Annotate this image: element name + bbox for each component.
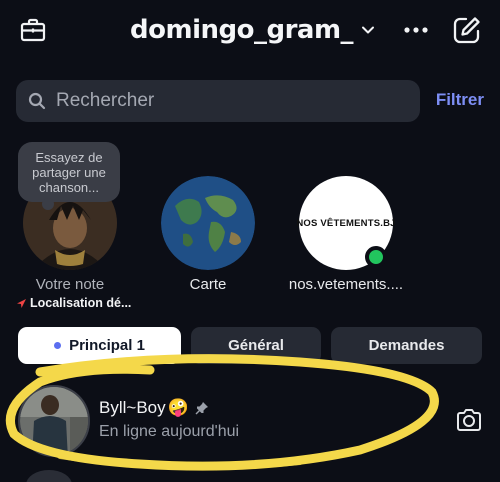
presence-status: En ligne aujourd'hui xyxy=(99,423,240,440)
your-note-story[interactable]: Essayez de partager une chanson... Votre… xyxy=(0,140,140,315)
search-bar[interactable]: Rechercher xyxy=(16,80,420,122)
compose-icon[interactable] xyxy=(452,15,482,45)
search-icon xyxy=(28,92,46,110)
story-label: Votre note xyxy=(35,276,105,293)
camera-icon[interactable] xyxy=(456,408,482,432)
briefcase-icon[interactable] xyxy=(20,17,46,43)
tab-label: Principal 1 xyxy=(69,337,145,354)
tab-requests[interactable]: Demandes xyxy=(331,327,482,364)
notes-row: Essayez de partager une chanson... Votre… xyxy=(0,140,500,315)
conversation-row[interactable]: Byll~Boy 🤪 En ligne aujourd'hui xyxy=(0,380,500,460)
account-name: domingo_gram_ xyxy=(130,15,354,45)
map-story[interactable]: Carte xyxy=(138,140,278,315)
search-placeholder: Rechercher xyxy=(56,90,155,111)
chevron-down-icon xyxy=(362,26,375,34)
more-options-icon[interactable] xyxy=(404,26,428,34)
contact-name: Byll~Boy xyxy=(99,398,166,417)
note-bubble-tail xyxy=(42,198,54,210)
location-text: Localisation dé... xyxy=(30,296,132,310)
tab-principal[interactable]: Principal 1 xyxy=(18,327,181,364)
inbox-tabs: Principal 1 Général Demandes xyxy=(18,327,482,365)
location-arrow-icon xyxy=(17,298,26,308)
conversation-name: Byll~Boy 🤪 xyxy=(99,398,209,418)
avatar xyxy=(26,470,72,482)
story-label: nos.vetements.... xyxy=(288,276,404,293)
account-switcher[interactable]: domingo_gram_ xyxy=(130,12,375,48)
brand-logo: NOS VÊTEMENTS.BJ xyxy=(296,217,396,229)
map-globe-icon xyxy=(161,176,255,270)
unread-dot xyxy=(54,342,62,349)
avatar xyxy=(18,385,90,457)
tab-label: Général xyxy=(228,337,284,354)
tab-general[interactable]: Général xyxy=(191,327,321,364)
note-bubble[interactable]: Essayez de partager une chanson... xyxy=(18,142,120,202)
story-label: Carte xyxy=(189,276,227,293)
pin-icon xyxy=(195,402,208,415)
tab-label: Demandes xyxy=(368,337,445,354)
nosvetements-story[interactable]: NOS VÊTEMENTS.BJ nos.vetements.... xyxy=(276,140,416,315)
filter-link[interactable]: Filtrer xyxy=(436,90,484,110)
location-sublabel: Localisation dé... xyxy=(16,296,138,310)
top-bar: domingo_gram_ xyxy=(0,0,500,62)
online-indicator xyxy=(365,246,387,268)
emoji-icon: 🤪 xyxy=(167,398,189,417)
